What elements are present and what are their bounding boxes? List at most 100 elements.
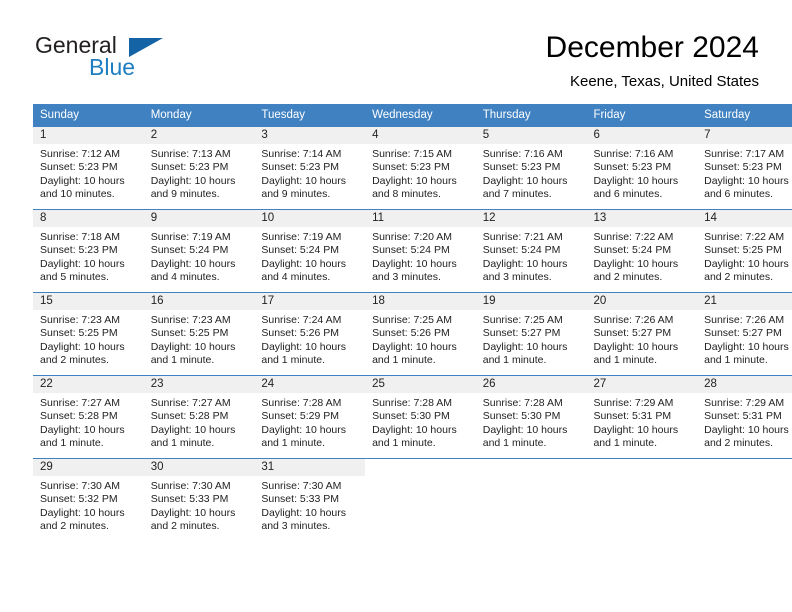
day-number: 22	[33, 376, 144, 393]
daylight-text-line1: Daylight: 10 hours	[261, 257, 347, 270]
day-cell[interactable]: 27 Sunrise: 7:29 AM Sunset: 5:31 PM Dayligh…	[586, 375, 698, 459]
generalblue-logo[interactable]: General Blue	[33, 30, 263, 90]
day-details: Sunrise: 7:22 AM Sunset: 5:25 PM Daylight:…	[697, 227, 792, 285]
daylight-text-line2: and 5 minutes.	[40, 271, 109, 284]
day-cell[interactable]: 4 Sunrise: 7:15 AM Sunset: 5:23 PM Daylight…	[365, 126, 476, 210]
day-cell[interactable]: 29 Sunrise: 7:30 AM Sunset: 5:32 PM Dayligh…	[33, 458, 144, 541]
day-cell[interactable]: 9 Sunrise: 7:19 AM Sunset: 5:24 PM Daylight…	[143, 209, 255, 293]
daylight-text-line1: Daylight: 10 hours	[593, 423, 679, 436]
day-cell[interactable]: 11 Sunrise: 7:20 AM Sunset: 5:24 PM Dayligh…	[365, 209, 476, 293]
day-cell[interactable]: 21 Sunrise: 7:26 AM Sunset: 5:27 PM Dayligh…	[697, 292, 792, 376]
day-details: Sunrise: 7:18 AM Sunset: 5:23 PM Daylight:…	[33, 227, 144, 285]
day-details: Sunrise: 7:24 AM Sunset: 5:26 PM Daylight:…	[254, 310, 365, 368]
day-cell[interactable]: 7 Sunrise: 7:17 AM Sunset: 5:23 PM Daylight…	[697, 126, 792, 210]
weekday-header-sunday: Sunday	[33, 104, 144, 127]
sunset-text: Sunset: 5:23 PM	[593, 161, 672, 174]
daylight-text-line1: Daylight: 10 hours	[593, 257, 679, 270]
day-cell[interactable]: 28 Sunrise: 7:29 AM Sunset: 5:31 PM Dayligh…	[697, 375, 792, 459]
day-cell[interactable]: 10 Sunrise: 7:19 AM Sunset: 5:24 PM Dayligh…	[254, 209, 366, 293]
daylight-text-line2: and 7 minutes.	[482, 188, 552, 201]
day-cell[interactable]: 31 Sunrise: 7:30 AM Sunset: 5:33 PM Dayligh…	[254, 458, 366, 541]
weekday-header-wednesday: Wednesday	[365, 104, 476, 127]
day-cell[interactable]: 6 Sunrise: 7:16 AM Sunset: 5:23 PM Daylight…	[586, 126, 698, 210]
day-cell[interactable]: 13 Sunrise: 7:22 AM Sunset: 5:24 PM Dayligh…	[586, 209, 698, 293]
sunrise-sunset-calendar: Sunday Monday Tuesday Wednesday Thursday…	[33, 104, 792, 541]
sunset-text: Sunset: 5:31 PM	[704, 410, 782, 423]
day-cell[interactable]: 17 Sunrise: 7:24 AM Sunset: 5:26 PM Dayligh…	[254, 292, 366, 376]
sunrise-text: Sunrise: 7:20 AM	[372, 231, 453, 243]
day-cell[interactable]: 16 Sunrise: 7:23 AM Sunset: 5:25 PM Dayligh…	[143, 292, 255, 376]
day-cell[interactable]: 1 Sunrise: 7:12 AM Sunset: 5:23 PM Daylight…	[33, 126, 144, 210]
day-number: 1	[33, 127, 144, 144]
day-cell[interactable]: 19 Sunrise: 7:25 AM Sunset: 5:27 PM Dayligh…	[475, 292, 587, 376]
daylight-text-line2: and 1 minute.	[482, 437, 547, 450]
day-cell[interactable]: 2 Sunrise: 7:13 AM Sunset: 5:23 PM Daylight…	[143, 126, 255, 210]
daylight-text-line1: Daylight: 10 hours	[40, 340, 125, 353]
day-cell[interactable]: 3 Sunrise: 7:14 AM Sunset: 5:23 PM Daylight…	[254, 126, 366, 210]
sunrise-text: Sunrise: 7:30 AM	[40, 480, 120, 492]
day-cell[interactable]: 20 Sunrise: 7:26 AM Sunset: 5:27 PM Dayligh…	[586, 292, 698, 376]
sunset-text: Sunset: 5:32 PM	[40, 493, 118, 506]
day-details: Sunrise: 7:19 AM Sunset: 5:24 PM Daylight:…	[144, 227, 255, 285]
sunset-text: Sunset: 5:23 PM	[40, 244, 118, 257]
daylight-text-line1: Daylight: 10 hours	[482, 257, 568, 270]
sunset-text: Sunset: 5:28 PM	[150, 410, 229, 423]
logo-text-blue: Blue	[89, 54, 136, 80]
day-cell[interactable]: 8 Sunrise: 7:18 AM Sunset: 5:23 PM Daylight…	[33, 209, 144, 293]
day-cell[interactable]: 23 Sunrise: 7:27 AM Sunset: 5:28 PM Dayligh…	[143, 375, 255, 459]
day-number	[697, 459, 792, 476]
daylight-text-line2: and 1 minute.	[40, 437, 104, 450]
sunrise-text: Sunrise: 7:27 AM	[150, 397, 231, 409]
day-cell[interactable]: 15 Sunrise: 7:23 AM Sunset: 5:25 PM Dayligh…	[33, 292, 144, 376]
day-details: Sunrise: 7:12 AM Sunset: 5:23 PM Daylight:…	[33, 144, 144, 202]
day-cell[interactable]: 30 Sunrise: 7:30 AM Sunset: 5:33 PM Dayligh…	[143, 458, 255, 541]
sunrise-text: Sunrise: 7:16 AM	[482, 148, 563, 160]
day-details: Sunrise: 7:25 AM Sunset: 5:26 PM Daylight:…	[365, 310, 476, 368]
daylight-text-line1: Daylight: 10 hours	[593, 174, 679, 187]
day-cell[interactable]: 18 Sunrise: 7:25 AM Sunset: 5:26 PM Dayligh…	[365, 292, 476, 376]
day-number: 2	[143, 127, 255, 144]
sunrise-text: Sunrise: 7:29 AM	[593, 397, 674, 409]
day-cell[interactable]: 22 Sunrise: 7:27 AM Sunset: 5:28 PM Dayligh…	[33, 375, 144, 459]
daylight-text-line2: and 2 minutes.	[593, 271, 663, 284]
page-header: General Blue December 2024 Keene, Texas,…	[33, 30, 759, 98]
day-cell[interactable]: 25 Sunrise: 7:28 AM Sunset: 5:30 PM Dayligh…	[365, 375, 476, 459]
day-number: 29	[33, 459, 144, 476]
daylight-text-line2: and 1 minute.	[593, 354, 658, 367]
calendar-week-row: 8 Sunrise: 7:18 AM Sunset: 5:23 PM Daylight…	[33, 209, 792, 293]
sunrise-text: Sunrise: 7:28 AM	[261, 397, 342, 409]
sunrise-text: Sunrise: 7:28 AM	[482, 397, 563, 409]
title-block: December 2024 Keene, Texas, United State…	[546, 30, 759, 93]
sunset-text: Sunset: 5:27 PM	[593, 327, 672, 340]
weekday-header-saturday: Saturday	[697, 104, 792, 127]
day-details: Sunrise: 7:16 AM Sunset: 5:23 PM Daylight:…	[586, 144, 697, 202]
day-details: Sunrise: 7:26 AM Sunset: 5:27 PM Daylight:…	[697, 310, 792, 368]
sunrise-text: Sunrise: 7:17 AM	[704, 148, 785, 160]
day-number: 23	[143, 376, 255, 393]
daylight-text-line1: Daylight: 10 hours	[150, 340, 236, 353]
day-cell[interactable]: 26 Sunrise: 7:28 AM Sunset: 5:30 PM Dayligh…	[475, 375, 587, 459]
day-number: 27	[586, 376, 698, 393]
sunrise-text: Sunrise: 7:18 AM	[40, 231, 120, 243]
calendar-body: 1 Sunrise: 7:12 AM Sunset: 5:23 PM Daylight…	[33, 126, 792, 541]
day-details: Sunrise: 7:29 AM Sunset: 5:31 PM Daylight:…	[586, 393, 697, 451]
daylight-text-line2: and 9 minutes.	[150, 188, 220, 201]
daylight-text-line2: and 1 minute.	[150, 437, 215, 450]
daylight-text-line1: Daylight: 10 hours	[593, 340, 679, 353]
daylight-text-line1: Daylight: 10 hours	[261, 506, 347, 519]
day-cell[interactable]: 5 Sunrise: 7:16 AM Sunset: 5:23 PM Daylight…	[475, 126, 587, 210]
sunrise-text: Sunrise: 7:28 AM	[372, 397, 453, 409]
day-number: 14	[697, 210, 792, 227]
day-details: Sunrise: 7:30 AM Sunset: 5:33 PM Daylight:…	[144, 476, 255, 534]
day-cell-empty	[365, 458, 476, 541]
day-cell[interactable]: 24 Sunrise: 7:28 AM Sunset: 5:29 PM Dayligh…	[254, 375, 366, 459]
sunrise-text: Sunrise: 7:27 AM	[40, 397, 120, 409]
sunset-text: Sunset: 5:24 PM	[150, 244, 229, 257]
daylight-text-line2: and 1 minute.	[150, 354, 215, 367]
day-cell[interactable]: 12 Sunrise: 7:21 AM Sunset: 5:24 PM Dayligh…	[475, 209, 587, 293]
day-number	[476, 459, 587, 476]
day-number: 30	[143, 459, 255, 476]
calendar-page: General Blue December 2024 Keene, Texas,…	[0, 0, 792, 612]
day-number	[586, 459, 697, 476]
day-cell[interactable]: 14 Sunrise: 7:22 AM Sunset: 5:25 PM Dayligh…	[697, 209, 792, 293]
